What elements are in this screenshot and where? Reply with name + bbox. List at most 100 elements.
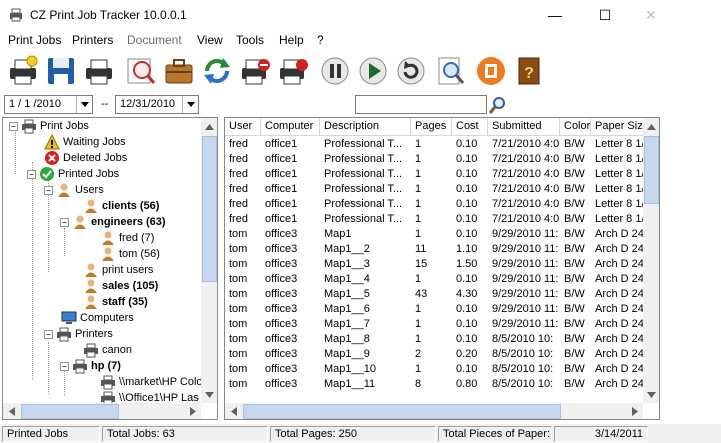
- printer-settings-button[interactable]: [276, 54, 310, 88]
- table-row[interactable]: fred office1 Professional T... 1 0.10 7/21/20…: [225, 182, 643, 197]
- scroll-thumb[interactable]: [21, 404, 119, 419]
- table-row[interactable]: tom office3 Map1__7 1 0.10 9/29/2010 11: B/W Ar…: [225, 317, 643, 332]
- table-row[interactable]: tom office3 Map1__10 1 0.10 8/5/2010 10: B/W Ar…: [225, 362, 643, 377]
- tree-horizontal-scrollbar[interactable]: [3, 403, 201, 419]
- find-button[interactable]: [124, 54, 158, 88]
- tree-node-hp[interactable]: − hp (7): [60, 358, 121, 374]
- table-row[interactable]: tom office3 Map1__4 1 0.10 9/29/2010 11: B/W Ar…: [225, 272, 643, 287]
- tree-node-hp-laser[interactable]: \\Office1\HP Las: [100, 390, 199, 403]
- new-printer-button[interactable]: [6, 54, 40, 88]
- scroll-left-icon[interactable]: [3, 403, 20, 419]
- table-row[interactable]: fred office1 Professional T... 1 0.10 7/21/20…: [225, 152, 643, 167]
- maximize-button[interactable]: ☐: [582, 3, 628, 27]
- menu-view[interactable]: View: [197, 33, 223, 47]
- collapse-toggle[interactable]: −: [9, 121, 18, 131]
- tree-node-clients[interactable]: clients (56): [83, 198, 159, 214]
- refresh-button[interactable]: [200, 54, 234, 88]
- tree-node-engineers[interactable]: − engineers (63): [60, 214, 166, 230]
- column-header-paper-size[interactable]: Paper Size: [591, 118, 643, 136]
- collapse-toggle[interactable]: −: [60, 217, 69, 227]
- to-date-picker[interactable]: 12/31/2010: [115, 95, 199, 114]
- scroll-right-icon[interactable]: [626, 403, 643, 419]
- collapse-toggle[interactable]: −: [44, 185, 53, 195]
- column-header-description[interactable]: Description: [320, 118, 411, 136]
- scroll-down-icon[interactable]: [643, 386, 659, 403]
- column-header-cost[interactable]: Cost: [452, 118, 488, 136]
- column-header-user[interactable]: User: [225, 118, 261, 136]
- tree-node-tom[interactable]: tom (56): [100, 246, 160, 262]
- office-button[interactable]: [474, 54, 508, 88]
- collapse-toggle[interactable]: −: [44, 329, 53, 339]
- table-row[interactable]: tom office3 Map1__5 43 4.30 9/29/2010 11: B/W A…: [225, 287, 643, 302]
- menu-about[interactable]: ?: [317, 33, 324, 47]
- collapse-toggle[interactable]: −: [27, 169, 36, 179]
- menu-tools[interactable]: Tools: [236, 33, 264, 47]
- tree-node-waiting-jobs[interactable]: Waiting Jobs: [44, 134, 126, 150]
- print-button[interactable]: [82, 54, 116, 88]
- menu-print-jobs[interactable]: Print Jobs: [8, 33, 61, 47]
- table-row[interactable]: fred office1 Professional T... 1 0.10 7/21/20…: [225, 167, 643, 182]
- chevron-down-icon[interactable]: [182, 96, 198, 113]
- scroll-right-icon[interactable]: [184, 403, 201, 419]
- scroll-thumb[interactable]: [202, 136, 217, 282]
- tree-node-staff[interactable]: staff (35): [83, 294, 148, 310]
- table-row[interactable]: fred office1 Professional T... 1 0.10 7/21/20…: [225, 137, 643, 152]
- print-preview-button[interactable]: [434, 54, 468, 88]
- scroll-up-icon[interactable]: [643, 118, 659, 135]
- tree-node-computers[interactable]: Computers: [61, 310, 134, 326]
- menu-help[interactable]: Help: [279, 33, 304, 47]
- save-button[interactable]: [44, 54, 78, 88]
- archive-button[interactable]: [162, 54, 196, 88]
- table-row[interactable]: tom office3 Map1__11 8 0.80 8/5/2010 10: B/W Ar…: [225, 377, 643, 392]
- column-header-computer[interactable]: Computer: [261, 118, 320, 136]
- column-header-color[interactable]: Color: [560, 118, 591, 136]
- tree-node-sales[interactable]: sales (105): [83, 278, 158, 294]
- tree-node-printers[interactable]: − Printers: [44, 326, 113, 342]
- resume-button[interactable]: [356, 54, 390, 88]
- table-cell: Map1__9: [324, 348, 370, 360]
- tree-vertical-scrollbar[interactable]: [201, 118, 217, 403]
- tree-node-print-users[interactable]: print users: [83, 262, 153, 278]
- table-row[interactable]: fred office1 Professional T... 1 0.10 7/21/20…: [225, 197, 643, 212]
- table-cell: tom: [229, 378, 248, 390]
- tree-node-users[interactable]: − Users: [44, 182, 104, 198]
- table-cell: 0.10: [456, 228, 478, 240]
- table-row[interactable]: tom office3 Map1__8 1 0.10 8/5/2010 10: B/W Arc…: [225, 332, 643, 347]
- column-header-pages[interactable]: Pages: [411, 118, 452, 136]
- tree-node-fred[interactable]: fred (7): [100, 230, 154, 246]
- table-cell: B/W: [564, 363, 585, 375]
- table-row[interactable]: tom office3 Map1__2 11 1.10 9/29/2010 11: B/W A…: [225, 242, 643, 257]
- restart-button[interactable]: [394, 54, 428, 88]
- tree-node-hp-color[interactable]: \\market\HP Color: [100, 374, 201, 390]
- scroll-thumb[interactable]: [644, 136, 659, 204]
- search-input[interactable]: [355, 95, 487, 114]
- column-header-submitted[interactable]: Submitted: [488, 118, 560, 136]
- table-row[interactable]: tom office3 Map1__3 15 1.50 9/29/2010 11: B/W A…: [225, 257, 643, 272]
- table-row[interactable]: tom office3 Map1__6 1 0.10 9/29/2010 11: B/W Ar…: [225, 302, 643, 317]
- printer-icon: [100, 390, 116, 403]
- table-row[interactable]: tom office3 Map1__9 2 0.20 8/5/2010 10: B/W Arc…: [225, 347, 643, 362]
- menu-document[interactable]: Document: [127, 33, 182, 47]
- scroll-down-icon[interactable]: [201, 386, 217, 403]
- from-date-picker[interactable]: 1 / 1 /2010: [4, 95, 93, 114]
- tree-node-printed-jobs[interactable]: − Printed Jobs: [27, 166, 119, 182]
- tree-node-deleted-jobs[interactable]: Deleted Jobs: [44, 150, 127, 166]
- menu-printers[interactable]: Printers: [72, 33, 113, 47]
- help-button[interactable]: ?: [512, 54, 546, 88]
- close-button[interactable]: ✕: [628, 3, 674, 27]
- scroll-left-icon[interactable]: [225, 403, 242, 419]
- chevron-down-icon[interactable]: [76, 96, 92, 113]
- pause-button[interactable]: [318, 54, 352, 88]
- tree-node-print-jobs[interactable]: − Print Jobs: [9, 118, 89, 134]
- grid-vertical-scrollbar[interactable]: [643, 118, 659, 403]
- delete-printer-button[interactable]: [238, 54, 272, 88]
- table-row[interactable]: fred office1 Professional T... 1 0.10 7/21/20…: [225, 212, 643, 227]
- search-button[interactable]: [487, 94, 509, 115]
- collapse-toggle[interactable]: −: [60, 361, 69, 371]
- table-row[interactable]: tom office3 Map1 1 0.10 9/29/2010 11: B/W Arch …: [225, 227, 643, 242]
- tree-node-canon[interactable]: canon: [83, 342, 132, 358]
- grid-horizontal-scrollbar[interactable]: [225, 403, 643, 419]
- minimize-button[interactable]: —: [532, 3, 578, 27]
- scroll-up-icon[interactable]: [201, 118, 217, 135]
- scroll-thumb[interactable]: [243, 404, 561, 419]
